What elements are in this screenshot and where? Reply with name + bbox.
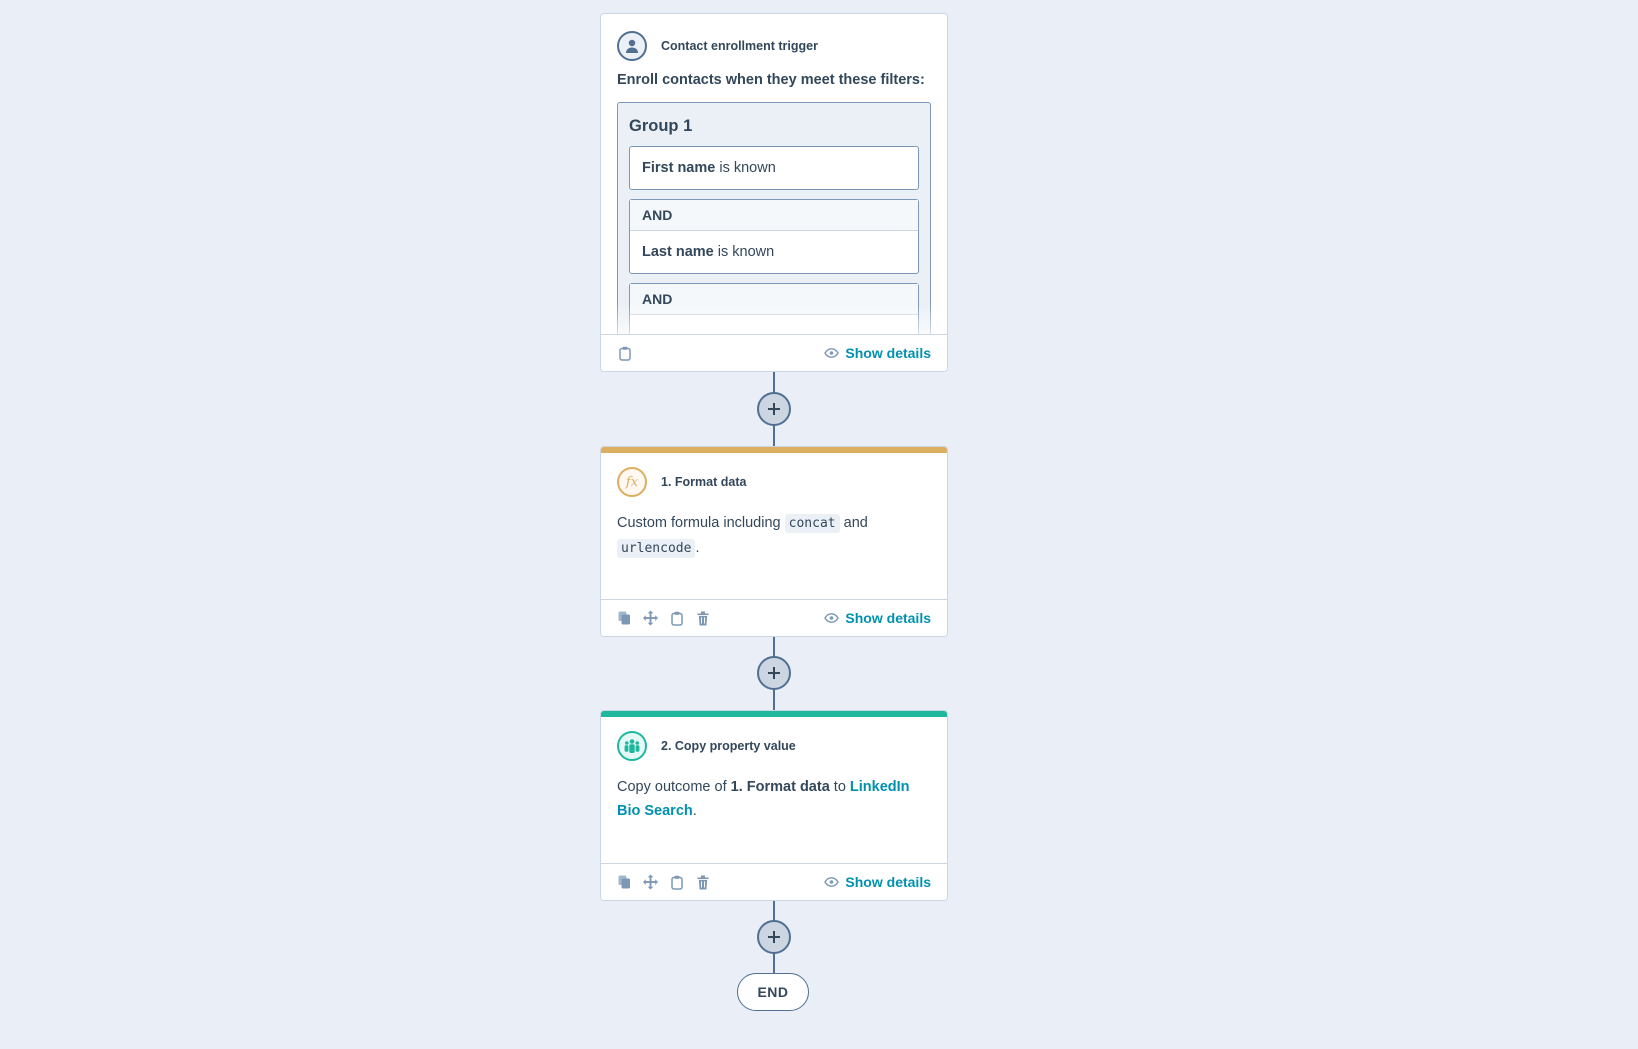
end-node: END [737, 973, 809, 1011]
show-details-label: Show details [845, 610, 931, 626]
code-concat: concat [784, 514, 840, 533]
show-details-button[interactable]: Show details [824, 874, 931, 890]
function-icon: fx [617, 467, 647, 497]
action-footer: Show details [601, 599, 947, 636]
clipboard-icon[interactable] [669, 611, 684, 626]
duplicate-icon[interactable] [617, 611, 632, 626]
plus-icon [768, 667, 780, 679]
filter-property: Last name [642, 244, 714, 260]
action-title: 1. Format data [661, 475, 747, 489]
group-title: Group 1 [629, 117, 693, 135]
plus-icon [768, 931, 780, 943]
trigger-card[interactable]: Contact enrollment trigger Enroll contac… [600, 13, 948, 372]
action-footer: Show details [601, 863, 947, 900]
code-urlencode: urlencode [617, 539, 696, 558]
filter-lead-text: Enroll contacts when they meet these fil… [617, 72, 925, 88]
add-action-button[interactable] [757, 392, 791, 426]
clipboard-icon[interactable] [617, 346, 632, 361]
eye-icon [824, 348, 840, 358]
plus-icon [768, 403, 780, 415]
action-card-header: fx 1. Format data [601, 453, 947, 499]
filter-condition: is known [713, 244, 775, 260]
eye-icon [824, 877, 840, 887]
filter-group: Group 1 First name is known AND Last nam… [617, 102, 931, 371]
eye-icon [824, 613, 840, 623]
action-card-format-data[interactable]: fx 1. Format data Custom formula includi… [600, 446, 948, 637]
duplicate-icon[interactable] [617, 875, 632, 890]
and-connector: AND [630, 200, 918, 231]
action-card-header: 2. Copy property value [601, 717, 947, 763]
trigger-title: Contact enrollment trigger [661, 39, 818, 53]
delete-icon[interactable] [695, 611, 710, 626]
add-action-button[interactable] [757, 656, 791, 690]
filter-property: First name [642, 160, 716, 176]
show-details-button[interactable]: Show details [824, 345, 931, 361]
show-details-label: Show details [845, 874, 931, 890]
and-connector: AND [630, 284, 918, 315]
filter-item[interactable]: AND Last name is known [629, 199, 919, 274]
trigger-footer: Show details [601, 334, 947, 371]
add-action-button[interactable] [757, 920, 791, 954]
action-title: 2. Copy property value [661, 739, 796, 753]
move-icon[interactable] [643, 610, 658, 626]
move-icon[interactable] [643, 874, 658, 890]
show-details-button[interactable]: Show details [824, 610, 931, 626]
trigger-card-header: Contact enrollment trigger [601, 14, 947, 63]
delete-icon[interactable] [695, 875, 710, 890]
action-card-copy-property[interactable]: 2. Copy property value Copy outcome of 1… [600, 710, 948, 901]
show-details-label: Show details [845, 345, 931, 361]
source-action-ref: 1. Format data [730, 779, 830, 795]
filter-condition: is known [715, 160, 776, 176]
contact-icon [617, 31, 647, 61]
copy-property-icon [617, 731, 647, 761]
action-description: Copy outcome of 1. Format data to Linked… [617, 779, 910, 819]
filter-item[interactable]: First name is known [629, 146, 919, 190]
action-description: Custom formula including concat and urle… [617, 514, 868, 558]
clipboard-icon[interactable] [669, 875, 684, 890]
